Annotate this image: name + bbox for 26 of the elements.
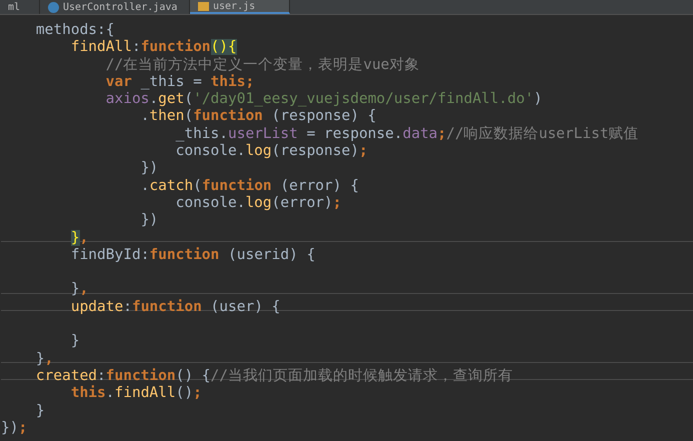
editor-tab[interactable]: user.js: [190, 0, 290, 14]
code-line: axios.get('/day01_eesy_vuejsdemo/user/findAll.do'): [104, 91, 542, 108]
code-line: },: [70, 230, 88, 246]
class-icon: [48, 2, 59, 12]
code-line: });: [1, 420, 28, 436]
code-line: _this.userList = response.data;//响应数据给userList赋值: [174, 126, 639, 142]
code-line: },: [70, 281, 88, 298]
code-line: findAll:function(){: [70, 39, 237, 56]
js-file-icon: [198, 2, 209, 10]
code-line: }: [70, 333, 80, 350]
code-line: },: [34, 350, 54, 368]
code-line: }: [34, 402, 45, 420]
code-line: findById:function (userid) {: [70, 246, 316, 264]
code-line: console.log(error);: [174, 194, 342, 212]
code-line: }): [140, 212, 158, 229]
code-line: this.findAll();: [70, 385, 202, 402]
code-line: .catch(function (error) {: [140, 178, 359, 194]
code-line: update:function (user) {: [70, 298, 280, 316]
code-line: }): [140, 160, 158, 177]
code-line: created:function() {//当我们页面加载的时候触发请求，查询所有: [34, 368, 513, 384]
code-line: console.log(response);: [174, 143, 368, 160]
code-line: methods:{: [34, 22, 114, 38]
editor-tab[interactable]: ml: [0, 0, 40, 14]
code-line: var _this = this;: [104, 74, 254, 90]
code-line: //在当前方法中定义一个变量，表明是vue对象: [104, 56, 420, 74]
code-line: .then(function (response) {: [140, 108, 376, 125]
